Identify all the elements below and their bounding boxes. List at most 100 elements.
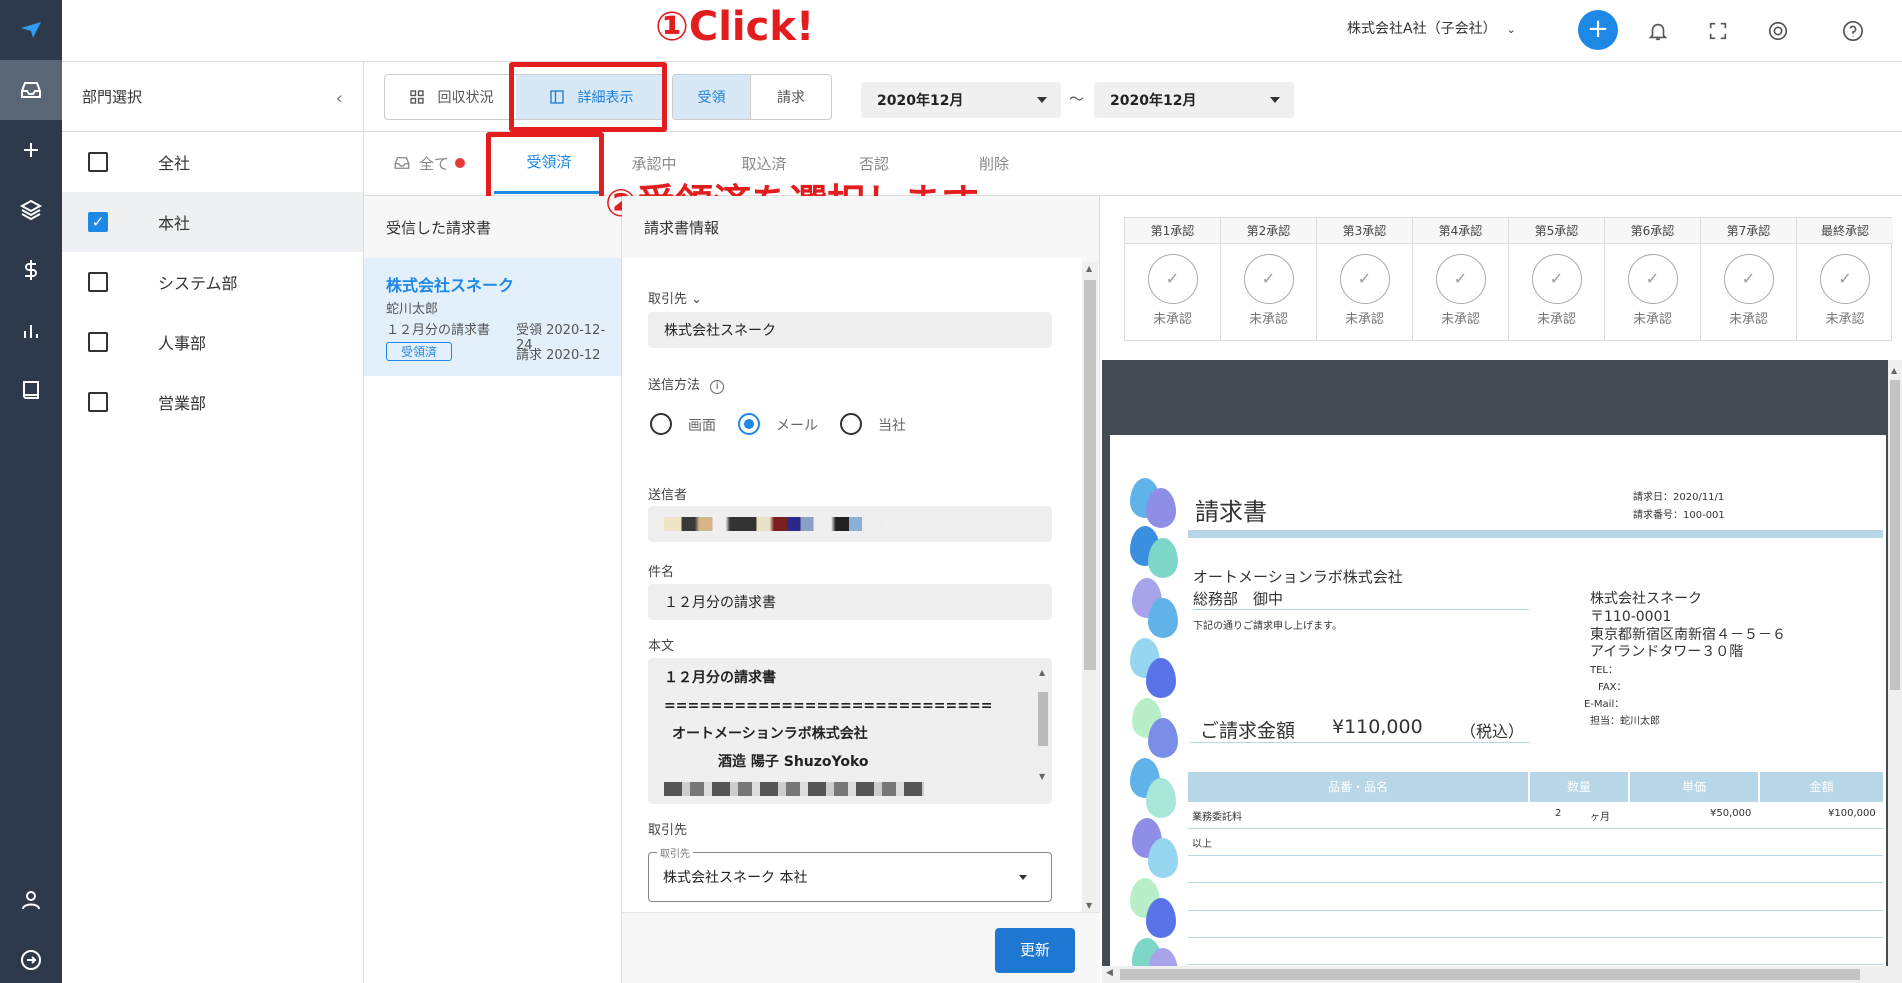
dept-item-head-office[interactable]: ✓ 本社 bbox=[62, 192, 363, 252]
row1-price: ¥50,000 bbox=[1710, 808, 1752, 819]
invoice-subject-row: １２月分の請求書 受領 2020-12-24 bbox=[386, 319, 621, 353]
supplier-select-value: 株式会社スネーク 本社 bbox=[663, 870, 808, 886]
inbox-icon[interactable] bbox=[0, 60, 62, 120]
notification-dot bbox=[455, 158, 465, 168]
check-icon: ✓ bbox=[1147, 254, 1198, 304]
approval-step: 第6承認 ✓ 未承認 bbox=[1605, 218, 1701, 340]
dept-label: 全社 bbox=[158, 154, 191, 173]
radio-ours[interactable] bbox=[840, 413, 862, 435]
dept-label: 本社 bbox=[158, 214, 191, 233]
fullscreen-icon[interactable] bbox=[1703, 16, 1733, 46]
sender-fax: FAX： bbox=[1598, 682, 1627, 693]
row1-total: ¥100,000 bbox=[1828, 808, 1876, 819]
approval-step-title: 第3承認 bbox=[1317, 218, 1412, 244]
create-button[interactable]: + bbox=[1578, 10, 1618, 50]
sender-email: E-Mail： bbox=[1584, 699, 1625, 710]
redacted-sender bbox=[664, 517, 884, 531]
checkbox[interactable] bbox=[88, 392, 108, 412]
sender-label: 送信者 bbox=[648, 488, 688, 503]
body-line-1: １２月分の請求書 bbox=[664, 670, 776, 686]
date-to-select[interactable]: 2020年12月 bbox=[1094, 82, 1294, 118]
add-icon[interactable] bbox=[0, 120, 62, 180]
invoice-badge-row: 受領済 請求 2020-12 bbox=[386, 338, 621, 363]
preview-vertical-scrollbar[interactable]: ▲ bbox=[1888, 360, 1902, 983]
check-icon: ✓ bbox=[1339, 254, 1390, 304]
row1-unit: ヶ月 bbox=[1590, 812, 1610, 823]
dollar-icon[interactable] bbox=[0, 240, 62, 300]
invoice-title: 請求書 bbox=[1195, 498, 1267, 526]
tab-all[interactable]: 全て bbox=[384, 132, 474, 194]
form-scrollbar[interactable]: ▲ ▼ bbox=[1082, 262, 1098, 912]
view-status-button[interactable]: 回収状況 bbox=[385, 75, 516, 119]
support-icon[interactable] bbox=[1763, 16, 1793, 46]
supplier-field[interactable]: 株式会社スネーク bbox=[648, 312, 1052, 348]
check-icon: ✓ bbox=[1531, 254, 1582, 304]
list-item[interactable]: 株式会社スネーク 蛇川太郎 １２月分の請求書 受領 2020-12-24 受領済… bbox=[364, 258, 621, 376]
amount-value: ¥110,000 bbox=[1332, 716, 1423, 738]
company-selector[interactable]: 株式会社A社（子会社） ⌄ bbox=[1347, 18, 1516, 38]
amount-underline bbox=[1190, 742, 1530, 743]
collapse-icon[interactable]: ‹ bbox=[336, 88, 343, 109]
mode-bill-button[interactable]: 請求 bbox=[750, 75, 831, 119]
department-panel-title: 部門選択 bbox=[82, 88, 143, 106]
approval-status: 未承認 bbox=[1728, 312, 1768, 327]
book-icon[interactable] bbox=[0, 360, 62, 420]
approval-step: 第5承認 ✓ 未承認 bbox=[1509, 218, 1605, 340]
left-rail bbox=[0, 0, 62, 983]
company-name: 株式会社A社（子会社） bbox=[1347, 21, 1497, 37]
grid-icon bbox=[409, 90, 424, 104]
dept-item-hr[interactable]: 人事部 bbox=[62, 312, 363, 372]
app-logo-icon[interactable] bbox=[0, 0, 62, 60]
dept-item-sales[interactable]: 営業部 bbox=[62, 372, 363, 432]
mode-receive-button[interactable]: 受領 bbox=[673, 75, 751, 119]
sender-field[interactable] bbox=[648, 506, 1052, 542]
body-textarea[interactable]: １２月分の請求書 ============================ オー… bbox=[648, 658, 1052, 804]
recipient-company: オートメーションラボ株式会社 bbox=[1193, 568, 1403, 586]
radio-label: 画面 bbox=[688, 418, 716, 434]
date-from-select[interactable]: 2020年12月 bbox=[861, 82, 1061, 118]
approval-step-title: 最終承認 bbox=[1797, 218, 1893, 244]
update-button[interactable]: 更新 bbox=[995, 928, 1075, 973]
inbox-icon bbox=[394, 157, 410, 169]
decorative-drops bbox=[1130, 478, 1178, 983]
checkbox[interactable] bbox=[88, 272, 108, 292]
dept-item-all[interactable]: 全社 bbox=[62, 132, 363, 192]
approval-step: 第1承認 ✓ 未承認 bbox=[1125, 218, 1221, 340]
send-method-radios: 画面 メール 当社 bbox=[650, 413, 1070, 443]
table-rule bbox=[1188, 964, 1883, 965]
user-icon[interactable] bbox=[0, 870, 62, 930]
dept-item-system[interactable]: システム部 bbox=[62, 252, 363, 312]
supplier-label[interactable]: 取引先 ⌄ bbox=[648, 288, 702, 307]
dept-label: システム部 bbox=[158, 274, 238, 293]
radio-mail[interactable] bbox=[738, 413, 760, 435]
sender-tel: TEL： bbox=[1590, 665, 1618, 676]
preview-horizontal-scrollbar[interactable]: ◀ bbox=[1102, 966, 1888, 983]
received-list-title: 受信した請求書 bbox=[364, 196, 621, 258]
supplier-select[interactable]: 取引先 株式会社スネーク 本社 bbox=[648, 845, 1052, 902]
approval-step-title: 第6承認 bbox=[1605, 218, 1700, 244]
department-panel: 部門選択 ‹ 全社 ✓ 本社 システム部 人事部 営業部 bbox=[62, 62, 364, 983]
bell-icon[interactable] bbox=[1643, 16, 1673, 46]
textarea-scrollbar[interactable]: ▲ ▼ bbox=[1036, 666, 1050, 786]
received-invoice-list: 受信した請求書 株式会社スネーク 蛇川太郎 １２月分の請求書 受領 2020-1… bbox=[364, 196, 622, 983]
radio-screen[interactable] bbox=[650, 413, 672, 435]
checkbox[interactable] bbox=[88, 332, 108, 352]
approval-step-title: 第1承認 bbox=[1125, 218, 1220, 244]
layers-icon[interactable] bbox=[0, 180, 62, 240]
status-tabs: 全て 受領済 承認中 取込済 否認 削除 bbox=[364, 132, 1902, 218]
chart-icon[interactable] bbox=[0, 300, 62, 360]
sender-zip: 〒110-0001 bbox=[1590, 609, 1672, 625]
invoice-note: 下記の通りご請求申し上げます。 bbox=[1193, 621, 1342, 632]
help-icon[interactable] bbox=[1838, 16, 1868, 46]
date-from-value: 2020年12月 bbox=[877, 93, 964, 109]
chevron-down-icon: ⌄ bbox=[691, 292, 703, 307]
checkbox[interactable] bbox=[88, 152, 108, 172]
body-line-3: オートメーションラボ株式会社 bbox=[672, 726, 868, 742]
checkbox-checked[interactable]: ✓ bbox=[88, 212, 108, 232]
approval-step-title: 第7承認 bbox=[1701, 218, 1796, 244]
supplier2-label: 取引先 bbox=[648, 823, 688, 838]
logout-icon[interactable] bbox=[0, 930, 62, 983]
approval-status: 未承認 bbox=[1825, 312, 1865, 327]
approval-status: 未承認 bbox=[1536, 312, 1576, 327]
subject-field[interactable]: １２月分の請求書 bbox=[648, 584, 1052, 620]
